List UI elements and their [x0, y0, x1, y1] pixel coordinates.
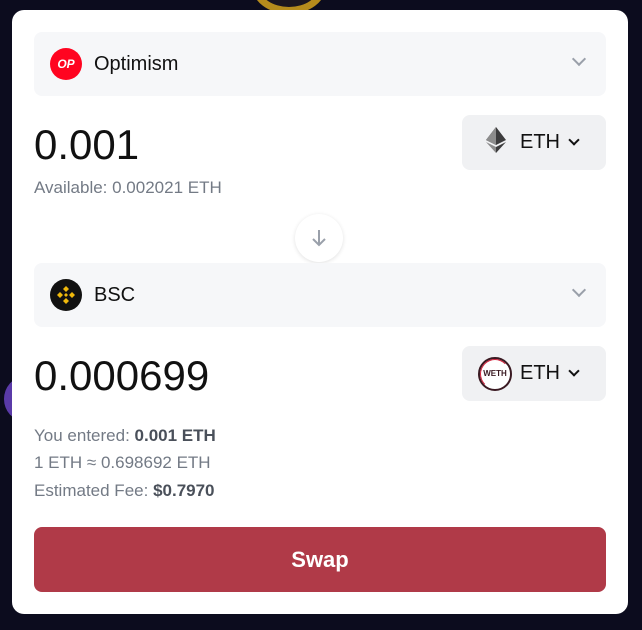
bsc-icon: [50, 279, 82, 311]
optimism-icon: OP: [50, 48, 82, 80]
exchange-rate: 1 ETH ≈ 0.698692 ETH: [34, 453, 211, 472]
estimated-fee-line: Estimated Fee: $0.7970: [34, 481, 215, 500]
you-entered-line: You entered: 0.001 ETH: [34, 426, 216, 445]
ethereum-icon: [486, 127, 506, 158]
chevron-down-icon: [568, 365, 580, 377]
to-amount-output: 0.000699: [34, 352, 210, 399]
from-chain-name: Optimism: [94, 52, 179, 75]
to-token-symbol: ETH: [520, 362, 560, 384]
available-balance: Available: 0.002021 ETH: [34, 178, 222, 197]
arrow-down-icon: [312, 230, 326, 247]
swap-button[interactable]: Swap: [34, 527, 606, 592]
from-amount-input[interactable]: 0.001: [34, 124, 139, 166]
swap-card: OP Optimism 0.001 ETH Available: 0.00202…: [12, 10, 628, 614]
switch-direction-button[interactable]: [295, 214, 343, 262]
chevron-down-icon: [571, 282, 587, 298]
to-token-selector[interactable]: WETH ETH: [462, 346, 606, 401]
weth-icon: WETH: [478, 356, 512, 391]
chevron-down-icon: [568, 134, 580, 146]
from-token-symbol: ETH: [520, 131, 560, 153]
from-token-selector[interactable]: ETH: [462, 115, 606, 170]
from-chain-selector[interactable]: OP Optimism: [34, 32, 606, 96]
to-chain-name: BSC: [94, 283, 136, 306]
chevron-down-icon: [571, 51, 587, 67]
to-chain-selector[interactable]: BSC: [34, 263, 606, 327]
